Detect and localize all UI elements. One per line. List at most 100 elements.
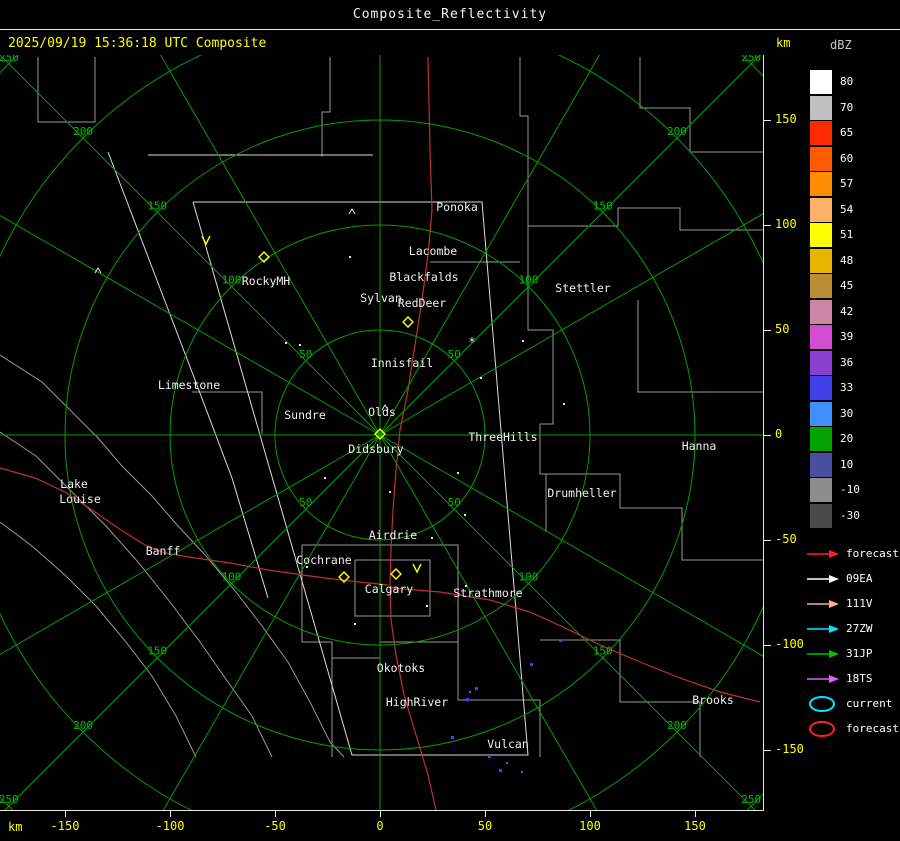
city-label: Vulcan [487, 737, 529, 751]
scale-swatch [810, 147, 832, 171]
scale-value: 70 [840, 101, 854, 114]
scale-value: 57 [840, 177, 854, 190]
scale-swatch [810, 198, 832, 222]
x-axis-tick [170, 811, 171, 817]
lightning-marker-icon [390, 568, 402, 580]
station-dot [389, 491, 391, 493]
range-label: 250 [741, 793, 761, 806]
azimuth-line [162, 434, 381, 811]
vector-legend-label: 27ZW [846, 622, 873, 635]
y-axis-tick [764, 120, 771, 121]
scale-value: 54 [840, 203, 854, 216]
y-axis-tick-label: 100 [775, 217, 797, 231]
city-label: Olds [368, 405, 396, 419]
azimuth-line [379, 434, 764, 658]
caret-marker [348, 208, 356, 215]
y-axis-tick-label: 50 [775, 322, 790, 336]
water-dot [451, 736, 454, 739]
y-axis-tick-label: -100 [775, 637, 804, 651]
scale-swatch [810, 172, 832, 196]
city-label: Blackfalds [389, 270, 458, 284]
ellipse-legend-row: current [806, 691, 899, 716]
scale-swatch [810, 504, 832, 528]
station-dot [563, 403, 565, 405]
city-label: Lake [60, 477, 88, 491]
county-boundary [639, 57, 763, 153]
y-axis-tick [764, 540, 771, 541]
city-label: Stettler [555, 281, 610, 295]
x-axis-tick-label: 150 [684, 819, 706, 833]
water-dot [559, 639, 562, 642]
city-label: Didsbury [348, 442, 403, 456]
y-axis-tick [764, 750, 771, 751]
x-axis-unit-label: km [8, 820, 23, 834]
y-axis-tick [764, 435, 771, 436]
y-axis-tick [764, 225, 771, 226]
range-label: 200 [73, 125, 93, 138]
ellipse-legend-label: forecast [846, 722, 899, 735]
y-axis-tick [764, 330, 771, 331]
y-axis-tick-label: 150 [775, 112, 797, 126]
scale-swatch [810, 70, 832, 94]
city-label: ThreeHills [468, 430, 537, 444]
asterisk-marker: * [468, 335, 475, 349]
city-label: Lacombe [409, 244, 458, 258]
x-axis-tick-label: 50 [477, 819, 493, 833]
x-axis-tick-label: 100 [579, 819, 601, 833]
city-label: Hanna [682, 439, 717, 453]
range-label: 150 [593, 199, 613, 212]
station-dot [354, 623, 356, 625]
city-label: Brooks [692, 693, 734, 707]
ellipse-icon [809, 695, 835, 712]
scale-swatch [810, 249, 832, 273]
city-label: Calgary [365, 582, 414, 596]
range-label: 50 [299, 496, 312, 509]
scale-value: 20 [840, 432, 854, 445]
x-axis-tick-label: -150 [50, 819, 80, 833]
map-bottom-border [0, 810, 764, 811]
arrow-icon [807, 649, 839, 658]
x-axis-tick [65, 811, 66, 817]
storm-arrow-icon [412, 563, 422, 574]
scale-swatch [810, 427, 832, 451]
azimuth-line [379, 212, 764, 436]
scale-swatch [810, 300, 832, 324]
scale-value: 42 [840, 305, 854, 318]
vector-legend-label: 18TS [846, 672, 873, 685]
range-label: 250 [0, 793, 19, 806]
vector-legend-row: 27ZW [806, 616, 899, 641]
y-axis-tick [764, 645, 771, 646]
vector-legend: forecast 09EA 111V 27ZW 31JP 18TS current forec… [806, 541, 899, 741]
vector-legend-label: forecast [846, 547, 899, 560]
station-dot [457, 472, 459, 474]
scale-value: -10 [840, 483, 860, 496]
scale-value: -30 [840, 509, 860, 522]
vector-legend-row: 18TS [806, 666, 899, 691]
range-label: 100 [222, 274, 242, 287]
city-label: RockyMH [242, 274, 291, 288]
range-label: 250 [0, 55, 19, 64]
station-dot [431, 537, 433, 539]
page-title: Composite_Reflectivity [352, 7, 548, 22]
timestamp: 2025/09/19 15:36:18 UTC Composite [8, 36, 267, 51]
city-label: RedDeer [398, 296, 447, 310]
county-boundary [540, 639, 701, 757]
radar-map[interactable]: 50 50 50 50 100 100 100 100 150 150 150 150 200 200 20… [0, 55, 764, 811]
vector-legend-row: 111V [806, 591, 899, 616]
arrow-icon [807, 574, 839, 583]
range-label: 50 [448, 348, 461, 361]
water-dot-purple [506, 762, 508, 764]
y-axis-tick-label: -150 [775, 742, 804, 756]
city-labels-layer: Ponoka Lacombe Blackfalds SylvanRedDeer Rock… [59, 200, 734, 751]
city-label: Drumheller [547, 486, 616, 500]
azimuth-line [160, 55, 381, 436]
city-label: Limestone [158, 378, 220, 392]
vector-legend-label: 111V [846, 597, 873, 610]
coverage-outline [107, 151, 269, 599]
x-axis-tick-label: -100 [155, 819, 185, 833]
x-axis-tick [380, 811, 381, 817]
scale-swatch [810, 121, 832, 145]
scale-value: 33 [840, 381, 854, 394]
scale-value: 36 [840, 356, 854, 369]
city-label: Sundre [284, 408, 326, 422]
